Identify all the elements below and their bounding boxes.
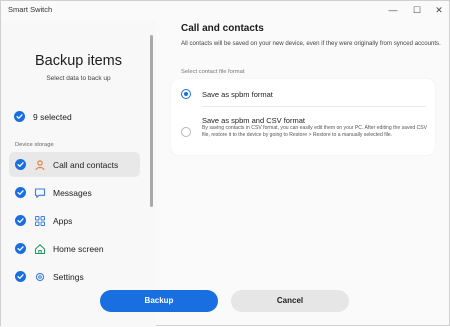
checkmark-icon[interactable] <box>15 243 26 254</box>
category-item-messages[interactable]: Messages <box>9 180 140 205</box>
panel-subtitle: Select data to back up <box>46 75 111 82</box>
checkmark-icon[interactable] <box>15 215 26 226</box>
checkmark-icon[interactable] <box>15 187 26 198</box>
category-item-settings[interactable]: Settings <box>9 264 140 289</box>
option-label-spbm-csv[interactable]: Save as spbm and CSV format <box>202 116 305 125</box>
category-item-home-screen[interactable]: Home screen <box>9 236 140 261</box>
minimize-button[interactable]: — <box>385 3 401 17</box>
radio-spbm-csv[interactable] <box>181 127 191 137</box>
radio-spbm[interactable] <box>181 89 191 99</box>
category-label: Apps <box>53 216 73 226</box>
message-icon <box>34 186 46 198</box>
selected-count: 9 selected <box>33 112 72 122</box>
details-panel: Call and contacts All contacts will be s… <box>169 21 441 271</box>
checkmark-icon[interactable] <box>15 159 26 170</box>
maximize-button[interactable]: ☐ <box>409 3 425 17</box>
category-label: Call and contacts <box>53 160 119 170</box>
category-label: Settings <box>53 272 84 282</box>
category-label: Home screen <box>53 244 104 254</box>
checkmark-icon <box>14 111 25 122</box>
format-options-card: Save as spbm format Save as spbm and CSV… <box>171 79 435 155</box>
checkmark-icon[interactable] <box>15 271 26 282</box>
category-item-apps[interactable]: Apps <box>9 208 140 233</box>
close-button[interactable]: ✕ <box>431 3 447 17</box>
backup-button[interactable]: Backup <box>100 290 218 312</box>
gear-icon <box>34 270 46 282</box>
group-label: Device storage <box>15 142 54 148</box>
category-item-call-and-contacts[interactable]: Call and contacts <box>9 152 140 177</box>
person-icon <box>34 158 46 171</box>
app-title: Smart Switch <box>8 5 53 14</box>
divider <box>202 106 426 107</box>
format-label: Select contact file format <box>181 69 245 75</box>
panel-title: Backup items <box>34 53 123 69</box>
home-icon <box>34 242 46 255</box>
smart-switch-window: Smart Switch — ☐ ✕ Backup items Select d… <box>0 0 450 327</box>
option-label-spbm[interactable]: Save as spbm format <box>202 90 273 99</box>
option-description-spbm-csv: By saving contacts in CSV format, you ca… <box>202 125 428 138</box>
section-title: Call and contacts <box>181 23 264 34</box>
sidebar-scrollbar[interactable] <box>150 35 153 207</box>
backup-items-panel: Backup items Select data to back up 9 se… <box>1 21 156 327</box>
section-description: All contacts will be saved on your new d… <box>181 40 441 47</box>
category-label: Messages <box>53 188 92 198</box>
cancel-button[interactable]: Cancel <box>231 290 349 312</box>
apps-grid-icon <box>34 214 46 226</box>
title-bar: Smart Switch — ☐ ✕ <box>1 1 449 21</box>
